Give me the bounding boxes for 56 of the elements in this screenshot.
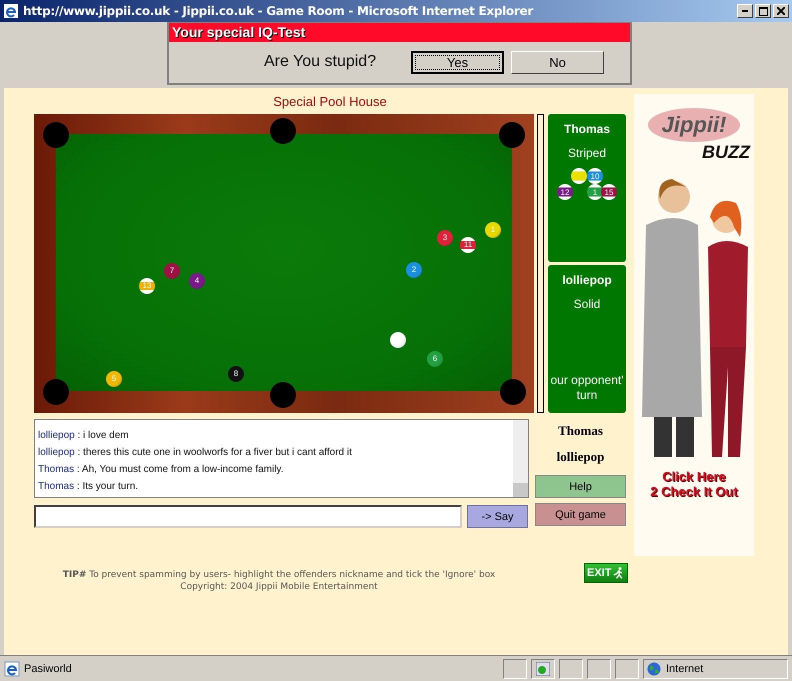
copyright-text: Copyright: 2004 Jippii Mobile Entertainment	[179, 581, 379, 593]
chat-input[interactable]	[34, 505, 462, 528]
room-title: Special Pool House	[272, 94, 388, 111]
status-pane	[503, 658, 527, 678]
potted-ball: 1	[587, 184, 603, 200]
player-list-name[interactable]: lolliepop	[535, 445, 626, 471]
turn-status: our opponent' turn	[549, 373, 625, 403]
chat-message: lolliepop : i love dem	[38, 429, 130, 443]
game-button[interactable]: Quit game	[535, 503, 626, 526]
say-button[interactable]: -> Say	[467, 505, 528, 528]
close-icon	[777, 7, 785, 15]
potted-ball: 10	[587, 168, 603, 184]
status-pane	[615, 658, 639, 678]
minimize-button[interactable]	[737, 4, 753, 18]
scrollbar[interactable]	[513, 420, 528, 497]
pocket	[499, 122, 525, 148]
chat-message: Thomas : Its your turn.	[38, 480, 140, 494]
maximize-button[interactable]	[755, 4, 771, 18]
running-man-icon	[612, 566, 625, 580]
pocket	[500, 379, 526, 405]
status-text: Pasiworld	[24, 662, 73, 674]
popup-title: Your special IQ-Test	[169, 23, 630, 42]
ad-tagline: BUZZ	[702, 142, 750, 163]
potted-ball: 15	[601, 184, 617, 200]
pocket	[270, 382, 296, 408]
security-zone: Internet	[666, 662, 704, 674]
player-name: lolliepop	[562, 273, 612, 287]
player-list-name[interactable]: Thomas	[535, 419, 626, 445]
ad-call-to-action: 2 Check It Out	[650, 484, 738, 499]
globe-icon	[647, 662, 661, 676]
ball-group: Solid	[574, 297, 600, 311]
maximize-icon	[758, 6, 768, 16]
potted-ball: 12	[557, 184, 573, 200]
game-button[interactable]: Help	[535, 475, 626, 498]
ad-logo: Jippii!	[648, 108, 740, 142]
pocket	[43, 379, 69, 405]
pocket	[43, 122, 69, 148]
status-pane	[587, 658, 611, 678]
ball-group: Striped	[568, 146, 606, 160]
ad-call-to-action: Click Here	[661, 469, 727, 484]
ad-banner[interactable]: Jippii! BUZZ Click Here 2 Check It Out	[634, 94, 754, 556]
security-icon	[536, 662, 550, 676]
chat-message: lolliepop : theres this cute one in woolworfs for a fiver but i cant afford it	[38, 446, 353, 460]
chat-message: Thomas : Ah, You must come from a low-income family.	[38, 463, 284, 477]
browser-icon	[3, 3, 19, 19]
pocket	[270, 118, 296, 144]
page-icon	[4, 660, 20, 676]
close-button[interactable]	[773, 4, 789, 18]
status-pane	[559, 658, 583, 678]
window-title: http://www.jippii.co.uk - Jippii.co.uk - Game Room - Microsoft Internet Explorer	[23, 4, 534, 18]
quiz-question: Are You stupid?	[264, 53, 378, 71]
tip-text: TIP# To prevent spamming by users- highlight the offenders nickname and tick the 'Ignore' box	[62, 569, 496, 581]
answer-button[interactable]: No	[511, 50, 604, 74]
answer-button[interactable]: Yes	[411, 50, 504, 74]
minimize-icon	[742, 10, 748, 12]
player-name: Thomas	[564, 122, 610, 136]
